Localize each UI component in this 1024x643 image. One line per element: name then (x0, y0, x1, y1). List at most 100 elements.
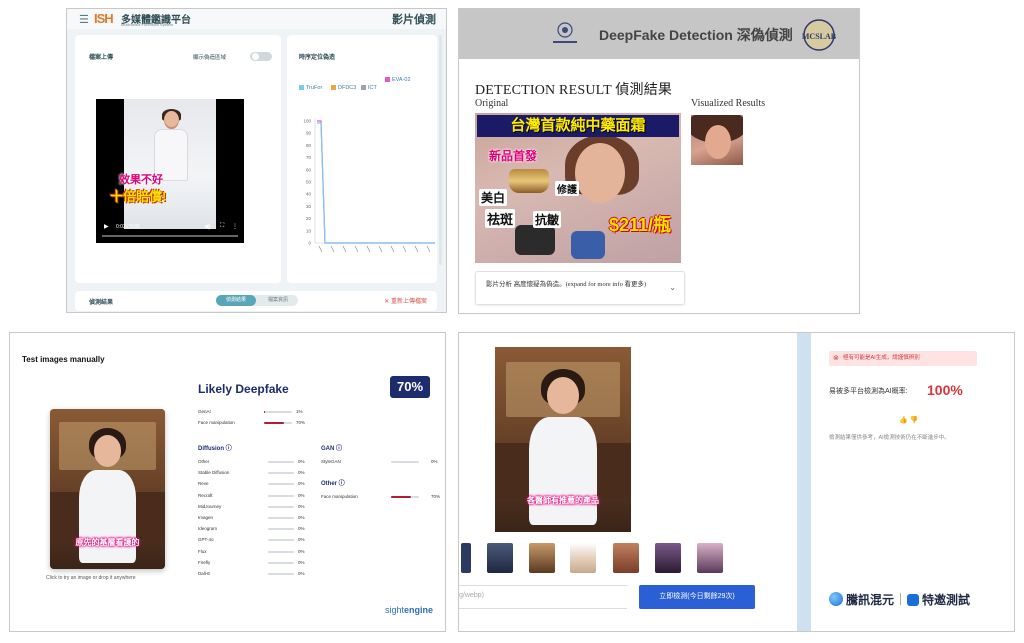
score-row-name: Ideogram (198, 526, 218, 532)
panel-divider (797, 333, 811, 631)
x-tick-mark (414, 245, 419, 253)
sample-thumb[interactable] (461, 543, 471, 573)
section-heading: Diffusion ⓘ (198, 446, 232, 452)
more-options-icon[interactable]: ⋮ (232, 223, 238, 230)
score-row-value: 0% (298, 481, 305, 487)
score-bar-fill (391, 496, 411, 498)
legend-label: TruFor (306, 85, 323, 91)
verdict-title: Likely Deepfake (198, 382, 289, 396)
volume-icon[interactable]: ◀) (204, 223, 211, 230)
legend-swatch (331, 85, 336, 91)
score-row: Other 0% (198, 459, 312, 466)
sample-thumb[interactable] (487, 543, 513, 573)
x-tick-mark (378, 245, 383, 253)
score-row-value: 0% (298, 537, 305, 543)
tab-detection-results[interactable]: 偵測結果 (216, 295, 256, 306)
drop-hint: Click to try an image or drop it anywher… (46, 575, 136, 581)
ai-probability-value: 100% (927, 382, 963, 398)
result-title: DETECTION RESULT 偵測結果 (475, 83, 673, 98)
legend-label: DFDC3 (338, 85, 357, 91)
microphone-1 (515, 225, 555, 255)
results-label: 偵測結果 (89, 300, 114, 306)
score-bar (264, 411, 292, 413)
deepfake-detection-panel: DeepFake Detection 深偽偵測 MCSLAB DETECTION… (458, 8, 860, 314)
score-row: Imagen 0% (198, 515, 312, 522)
score-row-value: 0% (431, 459, 438, 464)
brand-part-2: engine (403, 605, 433, 615)
original-image: 台灣首款純中藥面霜 新品首發 美白 修護 祛斑 抗皺 $211/瓶 (475, 113, 681, 263)
score-row: Reve 0% (198, 481, 312, 488)
product-jar (509, 169, 549, 193)
lab-emblem-icon: MCSLAB (802, 19, 837, 51)
play-icon[interactable]: ▶ (104, 223, 109, 230)
sample-thumb[interactable] (529, 543, 555, 573)
ai-warning-alert: 極有可能是AI生成，請謹慎辨別 (829, 351, 977, 366)
tencent-hunyuan-logo: 騰訊混元 特邀測試 (829, 591, 970, 608)
score-row-value: 70% (431, 494, 441, 499)
y-tick-label: 80 (306, 143, 312, 148)
expand-details-box[interactable]: 影片分析 高度懷疑為偽造。(expand for more info 看更多) … (475, 271, 685, 305)
video-controls: ▶ 0:02 / 0:02 ◀) ⛶ ⋮ (96, 217, 244, 243)
score-row-name: Recraft (198, 492, 213, 498)
chevron-down-icon[interactable]: ⌄ (669, 283, 676, 292)
sample-thumb[interactable] (655, 543, 681, 573)
timeline-chart: 1009080706050403020100 (303, 119, 435, 253)
score-bar (268, 561, 294, 564)
sample-thumb[interactable] (697, 543, 723, 573)
score-row-name: GenAI (198, 409, 211, 414)
price-tag: $211/瓶 (609, 215, 672, 235)
legend-dfdc3: DFDC3 (331, 85, 356, 91)
score-row: StyleGAN 0% (321, 459, 445, 466)
score-bar (268, 528, 294, 531)
page-title: 影片偵測 (392, 14, 436, 26)
series-eva02-line (317, 120, 435, 244)
logo-text-1: 騰訊混元 (846, 593, 895, 607)
chart-label: 時序定位偽造 (299, 55, 336, 61)
score-row-value: 0% (298, 548, 305, 554)
sample-thumb[interactable] (613, 543, 639, 573)
legend-swatch (299, 85, 304, 91)
y-tick-label: 90 (306, 131, 312, 136)
upload-card: 檔案上傳 顯示偽造區域 效果不好 十倍賠償! ▶ 0:02 / 0:02 ◀) … (75, 35, 281, 283)
score-row-name: StyleGAN (321, 459, 341, 464)
score-bar (268, 505, 294, 508)
reupload-button[interactable]: ✕ 重新上傳檔案 (384, 296, 427, 305)
uploaded-image[interactable]: 原先的基層看護的 (50, 409, 165, 569)
upload-placeholder: g/webp) (459, 592, 484, 599)
score-row: Firefly 0% (198, 560, 312, 567)
score-bar (268, 472, 294, 475)
subject-face (575, 143, 625, 203)
score-bar-fill (264, 422, 284, 424)
y-tick-label: 50 (306, 180, 312, 185)
score-row-name: Other (198, 459, 210, 464)
score-row: Stable Diffusion 0% (198, 470, 312, 477)
score-bar (268, 539, 294, 542)
panel-scrollbar[interactable] (439, 35, 442, 265)
y-tick-label: 20 (306, 216, 312, 221)
video-progress-bar[interactable] (102, 235, 238, 237)
score-row-value: 70% (296, 420, 306, 425)
video-player[interactable]: 效果不好 十倍賠償! ▶ 0:02 / 0:02 ◀) ⛶ ⋮ (96, 99, 244, 243)
image-caption: 各醫師有推薦的產品 (526, 496, 599, 505)
results-bar: 偵測結果 偵測結果 檔案資訊 ✕ 重新上傳檔案 (75, 291, 437, 311)
sample-thumbnails (459, 543, 739, 575)
detect-now-button[interactable]: 立即檢測(今日剩餘29次) (639, 585, 755, 609)
score-row-name: Flux (198, 548, 207, 554)
feedback-thumbs-icon[interactable]: 👍 👎 (899, 416, 918, 424)
legend-trufor: TruFor (299, 85, 322, 91)
video-caption-1: 效果不好 (119, 174, 163, 186)
fullscreen-icon[interactable]: ⛶ (220, 223, 224, 230)
tab-file-info[interactable]: 檔案資訊 (258, 295, 298, 306)
y-tick-label: 10 (306, 228, 312, 233)
score-row-value: 0% (298, 492, 305, 498)
score-bar (391, 496, 419, 498)
menu-icon[interactable]: ☰ (79, 13, 89, 26)
sample-thumb[interactable] (570, 543, 596, 573)
video-time: 0:02 / 0:02 (116, 224, 140, 230)
score-row-value: 0% (298, 459, 305, 464)
upload-input[interactable]: g/webp) (459, 585, 627, 609)
legend-eva02: EVA-02 (385, 77, 411, 83)
chart-legend: TruFor DFDC3 ICT EVA-02 (299, 77, 434, 101)
show-forgery-toggle[interactable] (250, 52, 272, 61)
legend-swatch (361, 85, 366, 91)
